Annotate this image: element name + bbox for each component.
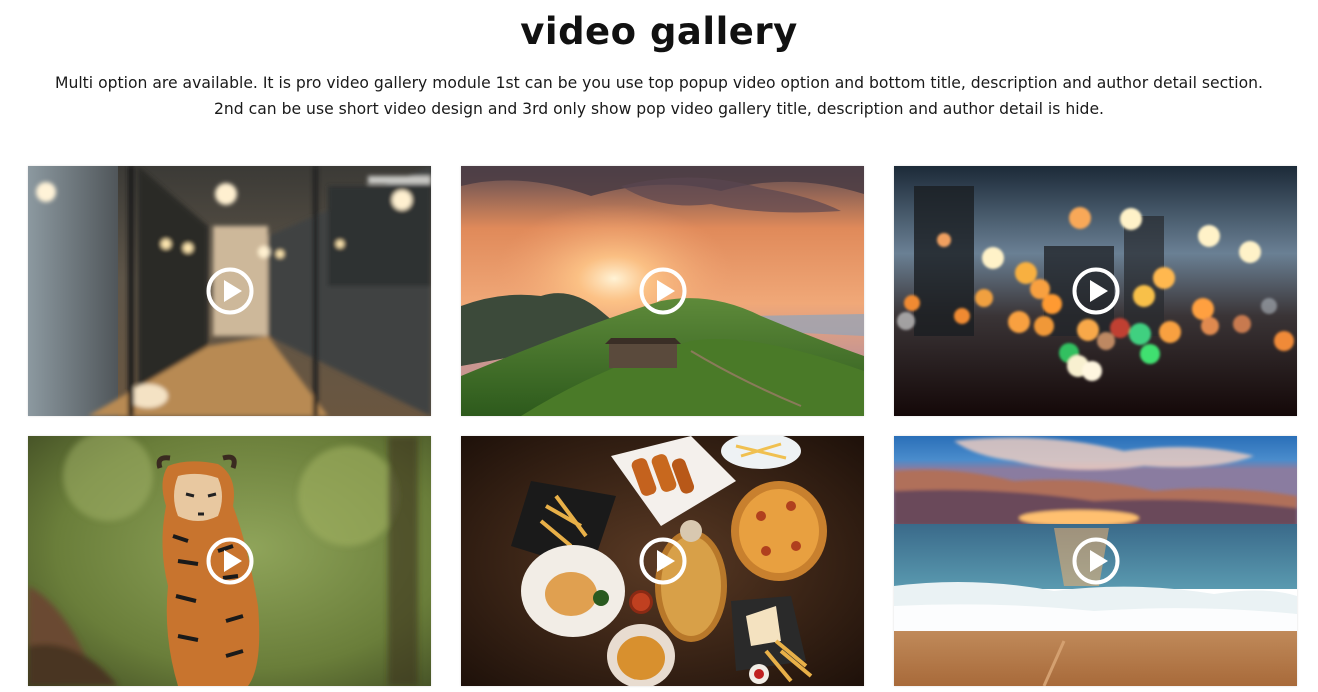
- video-card-beach[interactable]: [894, 436, 1297, 686]
- video-gallery-page: video gallery Multi option are available…: [0, 0, 1318, 692]
- video-grid: [28, 166, 1297, 686]
- video-card-office[interactable]: [28, 166, 431, 416]
- play-icon[interactable]: [206, 267, 254, 315]
- play-icon[interactable]: [1072, 267, 1120, 315]
- play-icon[interactable]: [206, 537, 254, 585]
- play-icon[interactable]: [639, 537, 687, 585]
- video-card-tiger[interactable]: [28, 436, 431, 686]
- description-line-1: Multi option are available. It is pro vi…: [55, 74, 1263, 92]
- video-card-bokeh[interactable]: [894, 166, 1297, 416]
- play-icon[interactable]: [639, 267, 687, 315]
- page-description: Multi option are available. It is pro vi…: [0, 70, 1318, 122]
- video-card-mountain[interactable]: [461, 166, 864, 416]
- description-line-2: 2nd can be use short video design and 3r…: [213, 100, 1105, 118]
- play-icon[interactable]: [1072, 537, 1120, 585]
- video-card-food[interactable]: [461, 436, 864, 686]
- page-title: video gallery: [520, 10, 798, 53]
